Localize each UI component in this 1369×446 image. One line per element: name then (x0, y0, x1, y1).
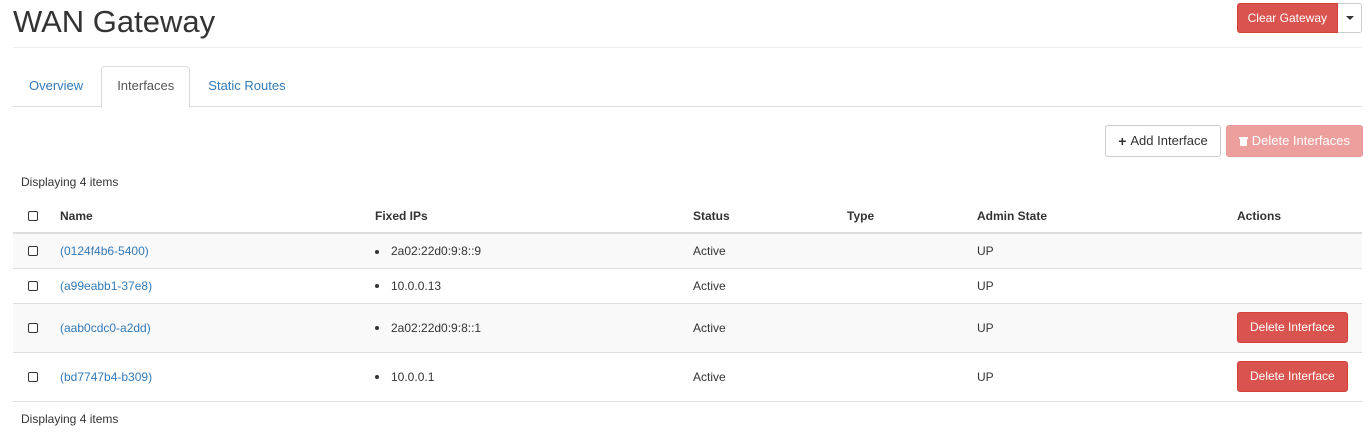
admin-state: UP (977, 233, 1237, 269)
tab-bar: Overview Interfaces Static Routes (13, 66, 1362, 108)
type (847, 233, 977, 269)
interface-name-link[interactable]: (bd7747b4-b309) (60, 370, 152, 384)
actions-cell: Delete Interface (1237, 352, 1362, 402)
bullet-icon (375, 375, 379, 380)
select-all-checkbox[interactable] (28, 210, 38, 221)
type (847, 352, 977, 402)
plus-icon: + (1118, 133, 1127, 149)
table-header-row: Name Fixed IPs Status Type Admin State A… (13, 199, 1362, 234)
delete-interface-button[interactable]: Delete Interface (1237, 361, 1348, 392)
page-title: WAN Gateway (13, 4, 216, 39)
delete-interface-button[interactable]: Delete Interface (1237, 312, 1348, 343)
status: Active (693, 303, 847, 353)
delete-interfaces-button[interactable]: Delete Interfaces (1225, 125, 1363, 157)
gateway-button-group: Clear Gateway (1236, 3, 1362, 33)
interface-name-link[interactable]: (0124f4b6-5400) (60, 244, 149, 258)
actions-cell (1237, 233, 1362, 269)
column-header-admin-state[interactable]: Admin State (977, 199, 1237, 234)
column-header-type[interactable]: Type (847, 199, 977, 234)
status: Active (693, 352, 847, 402)
tab-static-routes[interactable]: Static Routes (192, 66, 301, 107)
status: Active (693, 268, 847, 304)
item-count-bottom: Displaying 4 items (21, 412, 119, 426)
row-checkbox[interactable] (28, 322, 38, 333)
column-header-actions: Actions (1237, 199, 1362, 234)
table-row: (a99eabb1-37e8) 10.0.0.13 Active UP (13, 268, 1362, 304)
table-actions: + Add Interface Delete Interfaces (1105, 125, 1363, 157)
table-row: (bd7747b4-b309) 10.0.0.1 Active UP Delet… (13, 352, 1362, 402)
status: Active (693, 233, 847, 269)
row-checkbox[interactable] (28, 371, 38, 382)
fixed-ip: 10.0.0.1 (391, 369, 435, 384)
type (847, 303, 977, 353)
type (847, 268, 977, 304)
fixed-ip: 2a02:22d0:9:8::1 (391, 320, 482, 335)
table-row: (0124f4b6-5400) 2a02:22d0:9:8::9 Active … (13, 233, 1362, 269)
item-count-top: Displaying 4 items (21, 175, 119, 189)
column-header-fixed-ips[interactable]: Fixed IPs (375, 199, 693, 234)
table-row: (aab0cdc0-a2dd) 2a02:22d0:9:8::1 Active … (13, 303, 1362, 353)
interfaces-table: Name Fixed IPs Status Type Admin State A… (13, 199, 1362, 402)
caret-down-icon (1345, 16, 1354, 20)
page-header: WAN Gateway Clear Gateway (13, 0, 1362, 48)
admin-state: UP (977, 268, 1237, 304)
actions-cell (1237, 268, 1362, 304)
row-checkbox[interactable] (28, 280, 38, 291)
add-interface-button[interactable]: + Add Interface (1105, 125, 1221, 157)
actions-cell: Delete Interface (1237, 303, 1362, 353)
bullet-icon (375, 284, 379, 289)
column-header-name[interactable]: Name (60, 199, 375, 234)
column-header-status[interactable]: Status (693, 199, 847, 234)
add-interface-label: Add Interface (1130, 133, 1208, 148)
admin-state: UP (977, 303, 1237, 353)
tab-overview[interactable]: Overview (13, 66, 99, 107)
trash-icon (1238, 136, 1248, 146)
bullet-icon (375, 326, 379, 331)
row-checkbox[interactable] (28, 245, 38, 256)
clear-gateway-button[interactable]: Clear Gateway (1236, 3, 1338, 33)
tab-interfaces[interactable]: Interfaces (101, 66, 191, 108)
fixed-ip: 2a02:22d0:9:8::9 (391, 243, 482, 258)
interface-name-link[interactable]: (a99eabb1-37e8) (60, 279, 152, 293)
gateway-dropdown-toggle[interactable] (1338, 3, 1362, 33)
fixed-ip: 10.0.0.13 (391, 278, 442, 293)
admin-state: UP (977, 352, 1237, 402)
delete-interfaces-label: Delete Interfaces (1251, 133, 1350, 148)
interface-name-link[interactable]: (aab0cdc0-a2dd) (60, 321, 151, 335)
bullet-icon (375, 249, 379, 254)
